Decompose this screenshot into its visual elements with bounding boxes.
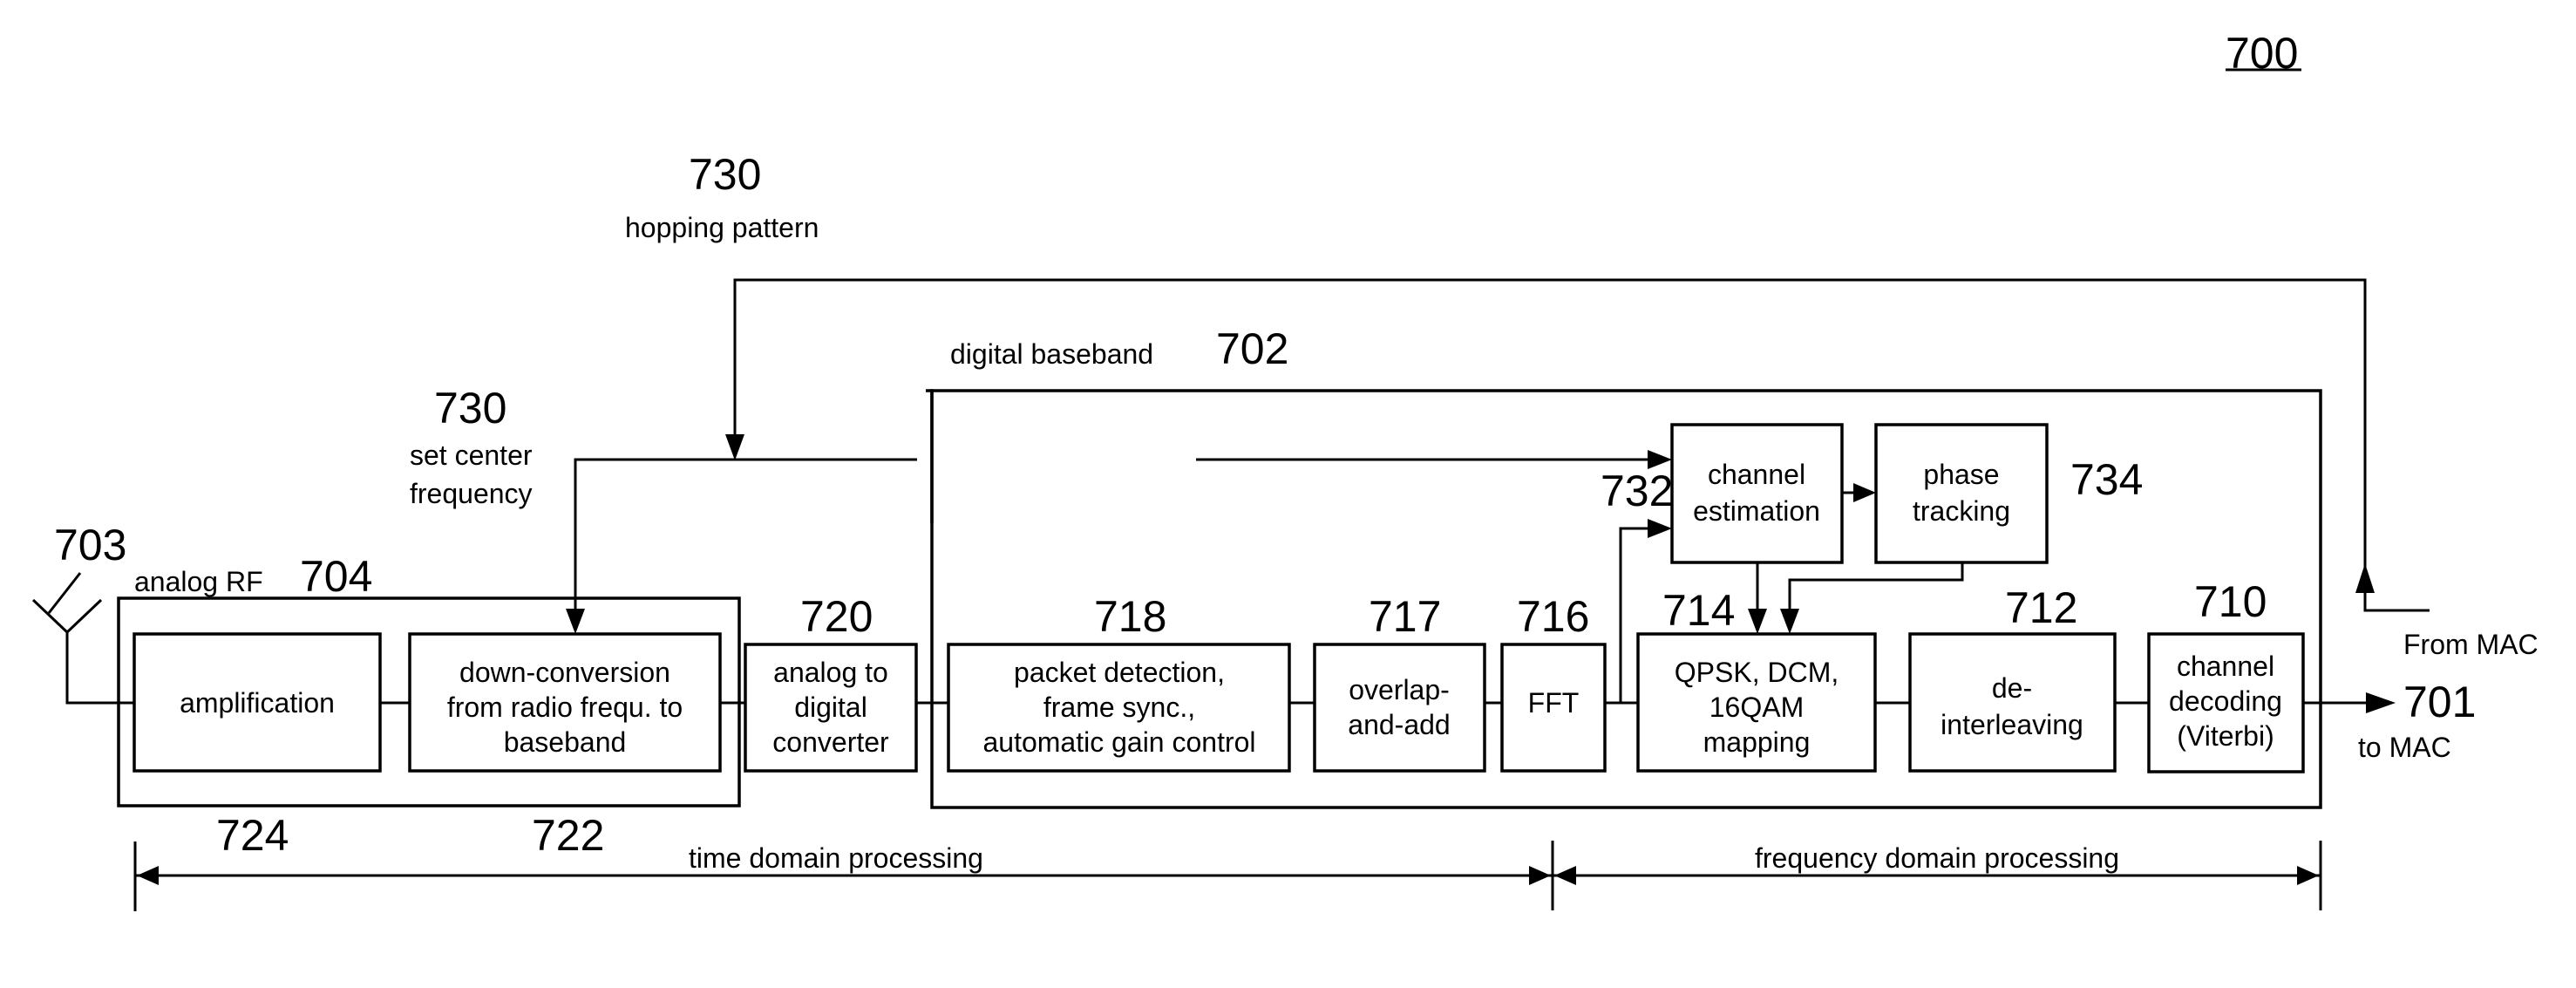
center-freq-label-line2: frequency bbox=[410, 478, 533, 509]
ce-to-phase-arrowhead bbox=[1853, 483, 1876, 502]
fft-text: FFT bbox=[1528, 687, 1580, 719]
phase-to-mapping-line bbox=[1788, 562, 1964, 610]
chan-est-text-1: channel bbox=[1708, 459, 1805, 490]
to-mac-label: to MAC bbox=[2358, 732, 2451, 763]
freq-left-arrowhead bbox=[1554, 866, 1576, 885]
freq-right-arrowhead bbox=[2297, 866, 2319, 885]
packet-text-2: frame sync., bbox=[1043, 692, 1195, 723]
analog-rf-ref: 704 bbox=[300, 552, 372, 601]
hopping-ref: 730 bbox=[689, 150, 761, 199]
decoding-text-1: channel bbox=[2177, 651, 2274, 682]
fft-to-ce-arrowhead bbox=[1648, 519, 1672, 538]
downconversion-text-2: from radio frequ. to bbox=[447, 692, 683, 723]
center-freq-line bbox=[574, 458, 917, 610]
hopping-label: hopping pattern bbox=[625, 212, 819, 243]
fft-ref: 716 bbox=[1517, 592, 1589, 641]
block-deinterleaving: 712 de- interleaving bbox=[1908, 583, 2117, 773]
downconversion-text-1: down-conversion bbox=[459, 657, 670, 688]
ce-to-mapping-arrowhead bbox=[1748, 609, 1767, 634]
packet-ref: 718 bbox=[1094, 592, 1166, 641]
mapping-ref: 714 bbox=[1662, 586, 1735, 635]
packet-text-1: packet detection, bbox=[1014, 657, 1225, 688]
output-ref: 701 bbox=[2403, 678, 2476, 726]
antenna-ref: 703 bbox=[54, 521, 126, 569]
center-freq-label-line1: set center bbox=[410, 439, 533, 471]
block-downconversion: down-conversion from radio frequ. to bas… bbox=[408, 632, 722, 773]
hopping-arrowhead bbox=[725, 434, 744, 460]
mapping-text-2: 16QAM bbox=[1709, 692, 1804, 723]
analog-rf-label: analog RF bbox=[134, 566, 263, 597]
chan-est-text-2: estimation bbox=[1693, 495, 1820, 527]
hopping-pattern-line bbox=[733, 278, 2430, 612]
center-freq-ref: 730 bbox=[434, 384, 506, 433]
adc-text-2: digital bbox=[794, 692, 867, 723]
block-channel-decoding: 710 channel decoding (Viterbi) bbox=[2147, 577, 2305, 773]
time-domain-label: time domain processing bbox=[689, 842, 983, 874]
amplification-ref: 724 bbox=[216, 811, 289, 860]
chan-est-ref: 732 bbox=[1601, 467, 1673, 515]
mapping-text-1: QPSK, DCM, bbox=[1675, 657, 1839, 688]
block-overlap-add: 717 overlap- and-add bbox=[1313, 592, 1486, 773]
block-channel-estimation: 732 channel estimation bbox=[1601, 423, 1844, 564]
downconversion-text-3: baseband bbox=[504, 726, 627, 758]
time-right-arrowhead bbox=[1529, 866, 1551, 885]
phase-text-2: tracking bbox=[1913, 495, 2010, 527]
deinterleave-text-2: interleaving bbox=[1940, 709, 2083, 740]
downconversion-ref: 722 bbox=[532, 811, 604, 860]
overlap-text-2: and-add bbox=[1348, 709, 1450, 740]
block-adc: 720 analog to digital converter bbox=[744, 592, 918, 773]
block-packet-detection: 718 packet detection, frame sync., autom… bbox=[947, 592, 1291, 773]
amplification-text: amplification bbox=[180, 687, 335, 719]
mapping-text-3: mapping bbox=[1703, 726, 1811, 758]
decoding-ref: 710 bbox=[2194, 577, 2267, 626]
digital-baseband-label: digital baseband bbox=[950, 338, 1153, 370]
overlap-ref: 717 bbox=[1369, 592, 1441, 641]
deinterleave-ref: 712 bbox=[2005, 583, 2077, 632]
block-fft: 716 FFT bbox=[1500, 592, 1607, 773]
center-freq-arrowhead bbox=[566, 609, 585, 634]
deinterleave-text-1: de- bbox=[1992, 672, 2032, 704]
from-mac-label: From MAC bbox=[2403, 629, 2539, 660]
block-amplification: amplification bbox=[133, 632, 382, 773]
packet-text-3: automatic gain control bbox=[982, 726, 1255, 758]
output-arrowhead bbox=[2366, 692, 2396, 713]
adc-text-3: converter bbox=[772, 726, 889, 758]
adc-ref: 720 bbox=[800, 592, 873, 641]
decoding-text-2: decoding bbox=[2169, 685, 2282, 717]
block-phase-tracking: 734 phase tracking bbox=[1874, 423, 2143, 564]
decoding-text-3: (Viterbi) bbox=[2177, 720, 2274, 752]
digital-baseband-ref: 702 bbox=[1216, 324, 1288, 373]
from-mac-arrowhead bbox=[2355, 563, 2375, 593]
figure-number: 700 bbox=[2226, 29, 2301, 78]
adc-text-1: analog to bbox=[773, 657, 888, 688]
phase-ref: 734 bbox=[2070, 455, 2143, 504]
overlap-text-1: overlap- bbox=[1349, 674, 1450, 705]
receiver-block-diagram: 700 730 hopping pattern 730 set center f… bbox=[31, 29, 2539, 911]
frequency-domain-label: frequency domain processing bbox=[1755, 842, 2119, 874]
phase-text-1: phase bbox=[1923, 459, 1999, 490]
phase-to-mapping-arrowhead bbox=[1780, 609, 1799, 634]
time-left-arrowhead bbox=[137, 866, 159, 885]
